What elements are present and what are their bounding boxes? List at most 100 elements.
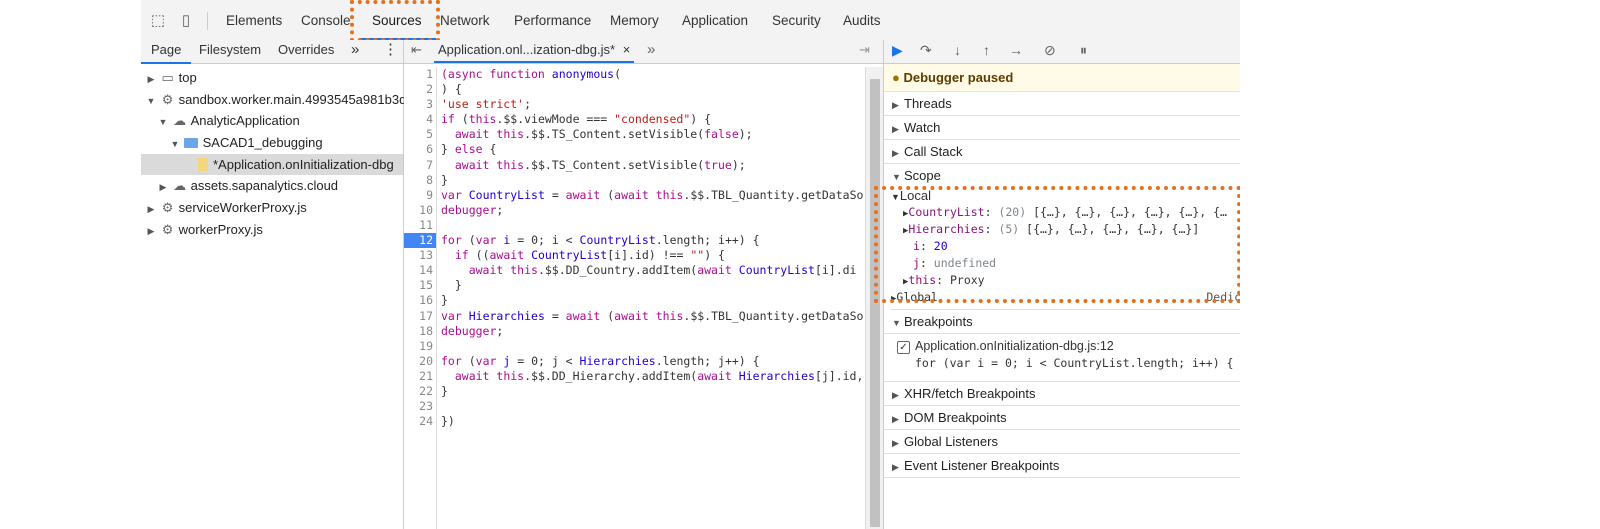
code-line[interactable]: if ((await CountryList[i].id) !== "") { xyxy=(441,248,863,263)
line-number[interactable]: 23 xyxy=(404,399,436,414)
deactivate-breakpoints-icon[interactable]: ⊘ xyxy=(1044,42,1056,59)
tree-item-sacad1-debugging[interactable]: ▼ SACAD1_debugging xyxy=(141,132,403,154)
close-tab-icon[interactable]: × xyxy=(623,42,631,57)
tree-item-worker-proxy[interactable]: ▶ ⚙ workerProxy.js xyxy=(141,219,403,241)
code-line[interactable]: } xyxy=(441,278,863,293)
line-gutter[interactable]: 1 2 3 4 5 6 7 8 9 10 11 12 13 14 15 16 1… xyxy=(404,67,437,529)
scope-var-i[interactable]: i: 20 xyxy=(891,238,1240,255)
code-line[interactable]: await this.$$.DD_Hierarchy.addItem(await… xyxy=(441,369,864,384)
code-line[interactable]: if (this.$$.viewMode === "condensed") { xyxy=(441,112,863,127)
code-line[interactable]: for (var i = 0; i < CountryList.length; … xyxy=(441,233,863,248)
code-line[interactable] xyxy=(441,218,863,233)
tab-application[interactable]: Application xyxy=(682,0,748,40)
section-breakpoints[interactable]: ▼ Breakpoints xyxy=(884,310,1240,334)
line-number[interactable]: 22 xyxy=(404,384,436,399)
step-into-icon[interactable]: ↓ xyxy=(954,42,961,58)
tree-item-sandbox-worker[interactable]: ▼ ⚙ sandbox.worker.main.4993545a981b3d9 xyxy=(141,89,414,111)
expand-arrow-icon[interactable]: ▶ xyxy=(146,199,156,220)
line-number[interactable]: 1 xyxy=(404,67,436,82)
tab-audits[interactable]: Audits xyxy=(843,0,881,40)
line-number[interactable]: 20 xyxy=(404,354,436,369)
step-out-icon[interactable]: ↑ xyxy=(983,42,990,58)
inspect-element-icon[interactable]: ⬚ xyxy=(149,12,167,30)
tab-console[interactable]: Console xyxy=(301,0,351,40)
tree-item-top[interactable]: ▶ ▭ top xyxy=(141,67,403,89)
breakpoint-checkbox[interactable]: ✓ xyxy=(897,341,910,354)
line-number[interactable]: 14 xyxy=(404,263,436,278)
section-dom-breakpoints[interactable]: ▶ DOM Breakpoints xyxy=(884,406,1240,430)
code-line[interactable]: (async function anonymous( xyxy=(441,67,863,82)
scope-var-j[interactable]: j: undefined xyxy=(891,255,1240,272)
toggle-navigator-icon[interactable]: ⇤ xyxy=(411,42,422,58)
editor-file-tab[interactable]: Application.onl...ization-dbg.js* × xyxy=(434,40,635,63)
code-line[interactable]: await this.$$.TS_Content.setVisible(true… xyxy=(441,158,863,173)
line-number[interactable]: 8 xyxy=(404,173,436,188)
tab-elements[interactable]: Elements xyxy=(226,0,282,40)
collapse-arrow-icon[interactable]: ▼ xyxy=(158,112,168,133)
scope-local-header[interactable]: ▼Local xyxy=(891,187,1240,204)
code-area[interactable]: 1 2 3 4 5 6 7 8 9 10 11 12 13 14 15 16 1… xyxy=(404,67,865,529)
line-number[interactable]: 16 xyxy=(404,293,436,308)
code-line[interactable]: await this.$$.TS_Content.setVisible(fals… xyxy=(441,127,863,142)
line-number[interactable]: 21 xyxy=(404,369,436,384)
expand-arrow-icon[interactable]: ▶ xyxy=(146,221,156,242)
code-line[interactable]: var Hierarchies = await (await this.$$.T… xyxy=(441,309,863,324)
section-scope[interactable]: ▼ Scope xyxy=(884,164,1240,187)
expand-arrow-icon[interactable]: ▶ xyxy=(158,177,168,198)
nav-tab-overrides[interactable]: Overrides xyxy=(278,40,334,63)
code-line[interactable]: } xyxy=(441,384,863,399)
line-number[interactable]: 15 xyxy=(404,278,436,293)
line-number[interactable]: 17 xyxy=(404,309,436,324)
pause-on-exceptions-icon[interactable]: ⏸ xyxy=(1080,42,1087,59)
line-number[interactable]: 2 xyxy=(404,82,436,97)
source-code[interactable]: (async function anonymous() {'use strict… xyxy=(441,67,863,429)
line-number[interactable]: 3 xyxy=(404,97,436,112)
line-number[interactable]: 9 xyxy=(404,188,436,203)
collapse-arrow-icon[interactable]: ▼ xyxy=(170,134,180,155)
line-number[interactable]: 19 xyxy=(404,339,436,354)
code-line[interactable]: ) { xyxy=(441,82,863,97)
more-tabs-icon[interactable]: » xyxy=(647,41,655,58)
scope-global[interactable]: ▶Global Dedic xyxy=(891,289,1240,310)
code-line[interactable]: debugger; xyxy=(441,203,863,218)
code-line[interactable]: } xyxy=(441,293,863,308)
code-line[interactable] xyxy=(441,399,863,414)
section-call-stack[interactable]: ▶ Call Stack xyxy=(884,140,1240,164)
tab-memory[interactable]: Memory xyxy=(610,0,659,40)
line-number[interactable]: 10 xyxy=(404,203,436,218)
tab-network[interactable]: Network xyxy=(440,0,490,40)
resume-icon[interactable]: ▶ xyxy=(892,42,903,59)
kebab-menu-icon[interactable]: ⋮ xyxy=(383,40,398,63)
step-over-icon[interactable]: ↷ xyxy=(920,42,932,59)
code-line[interactable]: for (var j = 0; j < Hierarchies.length; … xyxy=(441,354,863,369)
code-line[interactable]: debugger; xyxy=(441,324,863,339)
section-event-listener-breakpoints[interactable]: ▶ Event Listener Breakpoints xyxy=(884,454,1240,478)
code-line[interactable] xyxy=(441,339,863,354)
code-line[interactable]: } xyxy=(441,173,863,188)
tab-performance[interactable]: Performance xyxy=(514,0,591,40)
nav-tab-page[interactable]: Page xyxy=(141,40,192,64)
section-global-listeners[interactable]: ▶ Global Listeners xyxy=(884,430,1240,454)
line-number[interactable]: 24 xyxy=(404,414,436,429)
code-line[interactable]: }) xyxy=(441,414,863,429)
vertical-scrollbar[interactable] xyxy=(865,67,884,529)
tree-item-analytic-application[interactable]: ▼ ☁ AnalyticApplication xyxy=(141,110,403,132)
device-toolbar-icon[interactable]: ▯ xyxy=(177,12,195,30)
scope-var-this[interactable]: ▶this: Proxy xyxy=(891,272,1240,289)
line-number[interactable]: 4 xyxy=(404,112,436,127)
section-xhr-breakpoints[interactable]: ▶ XHR/fetch Breakpoints xyxy=(884,382,1240,406)
line-number[interactable]: 13 xyxy=(404,248,436,263)
line-number[interactable]: 11 xyxy=(404,218,436,233)
scrollbar-thumb[interactable] xyxy=(870,79,880,527)
code-line[interactable]: await this.$$.DD_Country.addItem(await C… xyxy=(441,263,863,278)
line-number[interactable]: 18 xyxy=(404,324,436,339)
tab-sources[interactable]: Sources xyxy=(360,0,435,40)
breakpoint-entry[interactable]: ✓ Application.onInitialization-dbg.js:12… xyxy=(884,334,1240,382)
nav-tab-filesystem[interactable]: Filesystem xyxy=(199,40,261,63)
step-icon[interactable]: → xyxy=(1009,42,1023,58)
tab-security[interactable]: Security xyxy=(772,0,821,40)
tree-item-assets-sapanalytics[interactable]: ▶ ☁ assets.sapanalytics.cloud xyxy=(141,175,403,197)
breakpoint-line-marker[interactable]: 12 xyxy=(404,233,436,249)
section-threads[interactable]: ▶ Threads xyxy=(884,92,1240,116)
section-watch[interactable]: ▶ Watch xyxy=(884,116,1240,140)
